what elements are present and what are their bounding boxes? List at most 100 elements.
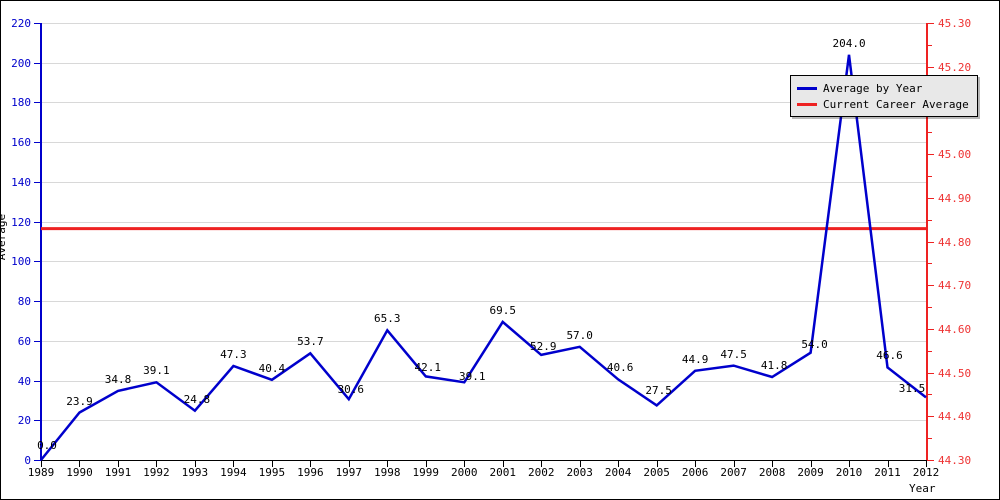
left-axis-tick (34, 102, 41, 104)
x-axis-tick-label: 2006 (681, 466, 709, 479)
x-axis-tick-label: 2010 (835, 466, 863, 479)
left-axis-tick (34, 301, 41, 303)
left-axis-tick (34, 221, 41, 223)
left-axis-tick-label: 0 (24, 454, 31, 467)
gridline (41, 301, 926, 303)
x-axis-tick-label: 1994 (220, 466, 247, 479)
x-axis-tick-label: 2000 (451, 466, 478, 479)
data-point-label: 40.4 (258, 361, 286, 375)
right-axis-tick (927, 23, 934, 24)
x-axis-tick-label: 1996 (297, 466, 324, 479)
left-axis-tick-label: 220 (11, 17, 31, 30)
x-axis-tick-label: 1993 (181, 466, 209, 479)
x-axis-tick-label: 2009 (797, 466, 824, 479)
left-axis-tick-label: 60 (17, 334, 31, 348)
x-axis-tick-label: 1999 (412, 466, 440, 479)
right-axis-tick-label: 44.90 (938, 191, 972, 205)
x-axis-tick-label: 1997 (335, 466, 363, 479)
data-point-label: 42.1 (414, 361, 442, 375)
left-axis-tick (34, 23, 41, 24)
left-axis-tick-label: 160 (11, 136, 31, 150)
right-axis-tick (927, 416, 934, 418)
left-axis-tick (34, 380, 41, 382)
data-point-label: 31.5 (898, 382, 926, 396)
right-axis-tick (927, 241, 934, 243)
left-axis-tick (34, 340, 41, 342)
left-axis-tick-label: 140 (11, 175, 31, 189)
right-axis-tick-label: 44.60 (938, 322, 972, 336)
right-axis-tick-label: 44.70 (938, 279, 972, 293)
y-axis-title: Average (0, 213, 8, 261)
chart-container: 0 20 40 60 80 100 120 140 160 180 200 220 44.30 44.4… (0, 0, 1000, 500)
data-point-label: 39.1 (459, 370, 486, 384)
right-axis-minor-tick (927, 350, 932, 352)
gridline (41, 23, 926, 24)
data-point-label: 204.0 (832, 36, 866, 50)
x-axis-tick-label: 1998 (374, 466, 401, 479)
right-axis-minor-tick (927, 394, 932, 396)
right-axis-tick-label: 45.00 (938, 148, 972, 162)
chart-legend: Average by Year Current Career Average (790, 75, 978, 117)
x-axis-tick-label: 1989 (27, 466, 55, 479)
right-axis-tick-label: 45.20 (938, 60, 972, 74)
right-axis-tick-label: 44.30 (938, 454, 972, 467)
gridline (41, 62, 926, 64)
x-axis-tick-label: 1991 (104, 466, 132, 479)
data-point-label: 54.0 (801, 337, 828, 351)
data-point-label: 65.3 (374, 312, 401, 326)
left-axis-tick (34, 420, 41, 422)
data-point-label: 41.8 (760, 358, 788, 372)
data-point-label: 0.0 (37, 439, 57, 452)
left-axis-tick-label: 80 (17, 295, 31, 309)
left-axis-tick (34, 460, 41, 461)
right-axis-minor-tick (927, 263, 932, 265)
legend-item-average-by-year: Average by Year (797, 80, 969, 96)
gridline (41, 261, 926, 263)
x-axis-tick-label: 2008 (758, 466, 786, 479)
right-axis-minor-tick (927, 219, 932, 221)
data-point-label: 23.9 (66, 394, 93, 408)
x-axis-title: Year (909, 482, 936, 495)
gridline (41, 181, 926, 183)
x-axis-tick-label: 2007 (720, 466, 747, 479)
left-axis-tick-label: 40 (17, 374, 31, 388)
data-point-label: 44.9 (681, 352, 709, 366)
legend-swatch-current-career-average (797, 102, 817, 106)
legend-swatch-average-by-year (797, 86, 817, 90)
right-axis-tick-label: 44.80 (938, 235, 972, 249)
data-point-label: 34.8 (104, 372, 132, 386)
left-axis-tick-label: 120 (11, 215, 31, 229)
data-point-label: 24.8 (183, 392, 211, 406)
right-axis-tick (927, 197, 934, 199)
data-point-label: 47.5 (720, 347, 747, 361)
left-axis-tick-label: 20 (17, 414, 31, 428)
data-point-label: 30.6 (337, 383, 365, 397)
x-axis-tick-label: 2004 (604, 466, 632, 479)
data-point-label: 39.1 (143, 364, 170, 378)
data-point-label: 69.5 (489, 303, 516, 317)
left-axis-tick-label: 200 (11, 56, 31, 70)
x-axis-tick-label: 2002 (527, 466, 555, 479)
x-axis-tick-label: 1992 (143, 466, 170, 479)
right-axis-tick-label: 45.30 (938, 17, 972, 30)
left-axis-tick (34, 62, 41, 64)
gridline (41, 142, 926, 144)
right-axis-tick-label: 44.40 (938, 410, 972, 424)
right-axis-tick (927, 285, 934, 287)
right-axis-minor-tick (927, 438, 932, 440)
right-axis-minor-tick (927, 175, 932, 177)
x-axis-tick-label: 2001 (489, 466, 516, 479)
right-axis-minor-tick (927, 132, 932, 134)
left-axis-tick (34, 261, 41, 263)
x-axis-tick-label: 2005 (643, 466, 670, 479)
right-axis-tick (927, 154, 934, 156)
gridline (41, 221, 926, 223)
x-axis-tick-label: 1990 (66, 466, 93, 479)
left-axis-line (40, 23, 42, 461)
data-point-label: 46.6 (876, 349, 903, 363)
gridline (41, 420, 926, 422)
x-axis-tick-label: 1995 (258, 466, 286, 479)
x-axis-tick-label: 2003 (566, 466, 593, 479)
right-axis-tick (927, 460, 934, 461)
data-point-label: 52.9 (529, 339, 557, 353)
